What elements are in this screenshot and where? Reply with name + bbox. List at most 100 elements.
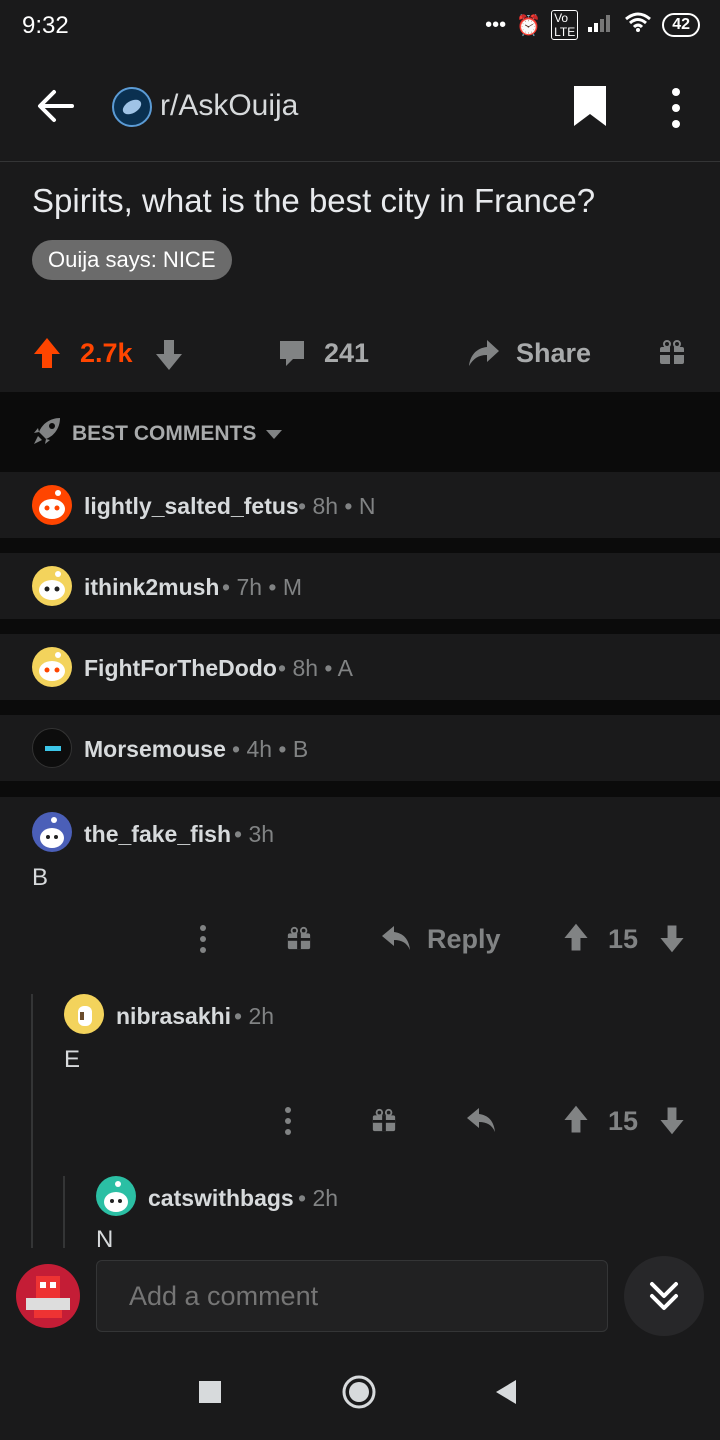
comment-separator [0,700,720,716]
back-button[interactable] [32,82,80,130]
upvote-arrow-icon [34,338,60,368]
downvote-arrow-icon [660,1107,684,1135]
kebab-icon [200,925,206,953]
avatar [32,728,72,768]
share-label[interactable]: Share [516,338,591,369]
collapsed-comment[interactable]: FightForTheDodo • 8h • A [0,634,720,700]
chevron-down-icon [265,428,283,446]
thread-line[interactable] [31,994,33,1248]
triangle-back-icon [496,1380,516,1404]
gift-icon [287,926,311,950]
android-nav-bar [0,1346,720,1440]
post-flair[interactable]: Ouija says: NICE [32,240,232,280]
comment-meta: • 3h [234,821,275,847]
award-button[interactable] [371,1107,397,1138]
username[interactable]: nibrasakhi [116,1003,231,1030]
kebab-icon [285,1107,291,1135]
comment-score: 15 [608,1106,639,1136]
avatar[interactable] [96,1176,136,1216]
comment-more-button[interactable] [281,1106,295,1141]
upvote-arrow-icon [564,1105,588,1133]
share-button[interactable] [467,336,501,375]
reply-label[interactable]: Reply [427,924,501,955]
subreddit-name[interactable]: r/AskOuija [160,89,298,123]
more-dots-icon: ••• [485,13,507,36]
upvote-button[interactable] [562,922,590,959]
home-button[interactable] [341,1374,377,1415]
post-header: r/AskOuija [0,52,720,162]
award-button[interactable] [658,338,686,371]
current-user-avatar[interactable] [16,1264,80,1328]
post-title: Spirits, what is the best city in France… [32,182,596,219]
upvote-arrow-icon [564,923,588,951]
username[interactable]: the_fake_fish [84,821,231,848]
comment-more-button[interactable] [196,924,210,959]
alarm-icon: ⏰ [516,14,542,37]
downvote-arrow-icon [660,925,684,953]
collapsed-comment[interactable]: lightly_salted_fetus • 8h • N [0,472,720,538]
comment-sort-bar[interactable]: BEST COMMENTS [0,392,720,472]
back-nav-button[interactable] [494,1379,518,1410]
status-icons: ••• ⏰ Vo LTE 42 [485,10,700,40]
collapsed-comment[interactable]: ithink2mush • 7h • M [0,553,720,619]
double-chevron-down-icon [650,1282,678,1310]
avatar[interactable] [32,812,72,852]
upvote-button[interactable] [32,336,62,377]
add-comment-input[interactable] [96,1260,608,1332]
subreddit-icon[interactable] [112,87,152,127]
collapsed-comment[interactable]: Morsemouse • 4h • B [0,715,720,781]
comment-bubble-icon [280,341,304,366]
comment-meta: • 2h [234,1003,275,1029]
reply-arrow-icon [382,926,410,950]
reply-button[interactable] [380,922,412,959]
volte-icon: Vo LTE [551,10,579,40]
recents-button[interactable] [198,1380,222,1409]
award-button[interactable] [286,925,312,956]
comment-score: 15 [608,924,639,954]
reply-arrow-icon [467,1108,495,1132]
username[interactable]: Morsemouse [84,736,226,763]
comments-button[interactable] [277,338,307,373]
comment-meta: • 8h • A [278,655,353,681]
upvote-button[interactable] [562,1104,590,1141]
save-button[interactable] [572,84,608,128]
signal-icon [588,12,614,38]
kebab-icon [672,88,680,128]
reply-button[interactable] [465,1104,497,1141]
wifi-icon [624,11,652,39]
avatar[interactable] [64,994,104,1034]
downvote-button[interactable] [658,922,686,959]
bookmark-icon [574,86,606,126]
downvote-button[interactable] [658,1104,686,1141]
comment-composer [0,1248,720,1346]
next-comment-button[interactable] [624,1256,704,1336]
thread-line[interactable] [63,1176,65,1248]
downvote-arrow-icon [156,340,182,370]
sort-label: BEST COMMENTS [72,422,257,445]
avatar [32,647,72,687]
battery-indicator: 42 [662,13,700,37]
status-time: 9:32 [22,12,69,39]
comment-separator [0,619,720,635]
post-score: 2.7k [80,338,133,368]
username[interactable]: catswithbags [148,1185,294,1212]
username[interactable]: ithink2mush [84,574,219,601]
username[interactable]: lightly_salted_fetus [84,493,299,520]
post-action-bar: 2.7k 241 Share [0,320,720,390]
more-options-button[interactable] [665,86,687,130]
comment-body: N [96,1226,114,1248]
home-circle-icon [342,1375,376,1409]
comment-separator [0,781,720,797]
back-arrow-icon [38,90,74,122]
status-bar: 9:32 ••• ⏰ Vo LTE 42 [0,0,720,52]
gift-icon [660,340,684,364]
comment-meta: • 4h • B [232,736,309,762]
username[interactable]: FightForTheDodo [84,655,277,682]
rocket-icon [32,416,62,451]
share-arrow-icon [469,340,499,366]
comment-meta: • 7h • M [222,574,303,600]
comment-meta: • 2h [298,1185,339,1211]
comment-separator [0,538,720,554]
downvote-button[interactable] [154,336,184,377]
avatar [32,566,72,606]
